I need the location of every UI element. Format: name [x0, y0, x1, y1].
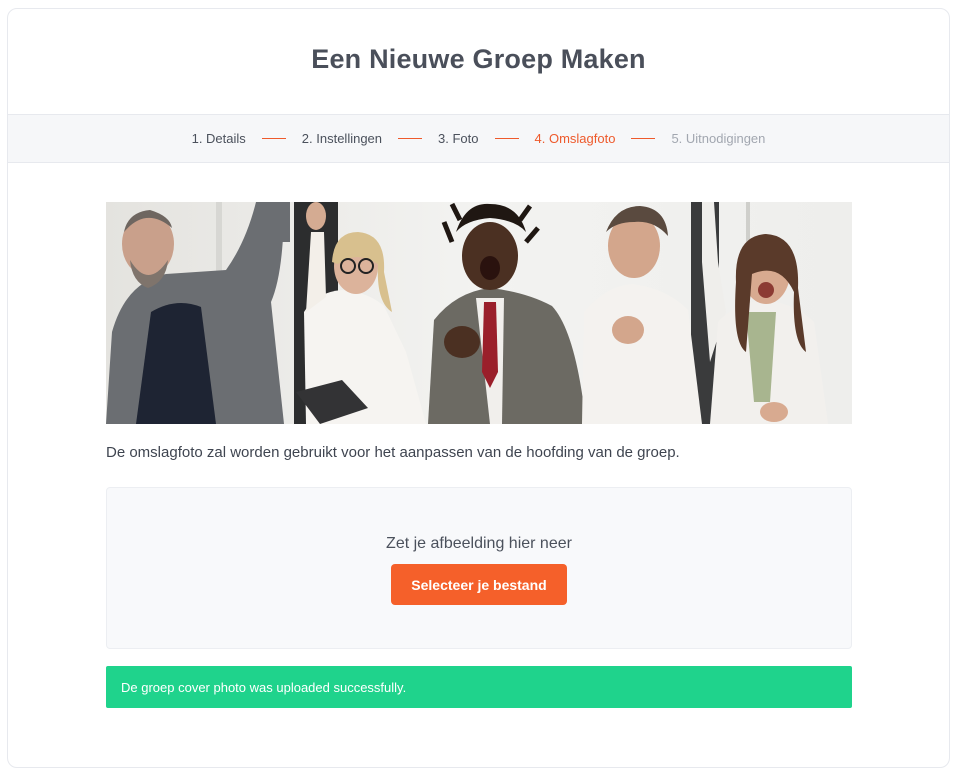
- page-title: Een Nieuwe Groep Maken: [311, 44, 646, 74]
- wizard-steps: 1. Details 2. Instellingen 3. Foto 4. Om…: [8, 115, 949, 163]
- cover-photo: [106, 202, 852, 424]
- success-alert: De groep cover photo was uploaded succes…: [106, 666, 852, 708]
- create-group-card: Een Nieuwe Groep Maken 1. Details 2. Ins…: [7, 8, 950, 768]
- dropzone-text: Zet je afbeelding hier neer: [386, 535, 572, 552]
- select-file-button[interactable]: Selecteer je bestand: [391, 564, 567, 605]
- cover-photo-image: [106, 202, 852, 424]
- step-separator: [261, 138, 286, 139]
- step-foto[interactable]: 3. Foto: [436, 131, 480, 146]
- step-details[interactable]: 1. Details: [190, 131, 248, 146]
- step-separator: [398, 138, 423, 139]
- step-separator: [631, 138, 656, 139]
- step-omslagfoto[interactable]: 4. Omslagfoto: [533, 131, 618, 146]
- file-dropzone[interactable]: Zet je afbeelding hier neer Selecteer je…: [106, 487, 852, 649]
- card-header: Een Nieuwe Groep Maken: [8, 9, 949, 115]
- step-separator: [494, 138, 519, 139]
- step-instellingen[interactable]: 2. Instellingen: [300, 131, 384, 146]
- cover-description: De omslagfoto zal worden gebruikt voor h…: [106, 444, 680, 461]
- step-uitnodigingen: 5. Uitnodigingen: [671, 131, 766, 146]
- main-content: De omslagfoto zal worden gebruikt voor h…: [8, 163, 949, 708]
